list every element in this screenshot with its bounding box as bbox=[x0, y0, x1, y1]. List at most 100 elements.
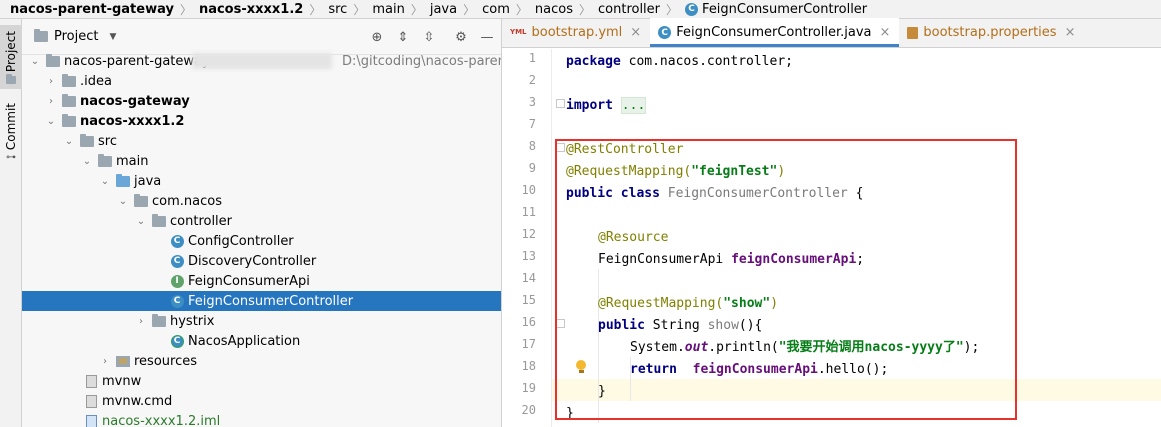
module-folder-icon bbox=[46, 53, 60, 68]
tree-node-root[interactable]: ⌄ nacos-parent-gateway D:\gitcoding\naco… bbox=[22, 51, 501, 71]
breadcrumb-label: FeignConsumerController bbox=[702, 1, 868, 17]
breadcrumb-item[interactable]: java 〉 bbox=[430, 1, 482, 18]
tree-node-idea[interactable]: › .idea bbox=[22, 71, 501, 91]
close-icon[interactable]: × bbox=[879, 25, 890, 40]
breadcrumb-item[interactable]: main 〉 bbox=[372, 1, 430, 18]
class-icon: C bbox=[170, 234, 184, 248]
close-icon[interactable]: × bbox=[1065, 25, 1076, 40]
chevron-down-icon[interactable]: ⌄ bbox=[134, 216, 148, 227]
tree-node-feign-consumer-controller[interactable]: C FeignConsumerController bbox=[22, 291, 501, 311]
line-number: 8 bbox=[528, 139, 536, 153]
tree-node-config-controller[interactable]: C ConfigController bbox=[22, 231, 501, 251]
folded-imports[interactable]: ... bbox=[620, 97, 647, 114]
tab-feign-consumer-controller[interactable]: C FeignConsumerController.java × bbox=[650, 18, 900, 47]
breadcrumb-item[interactable]: nacos-parent-gateway 〉 bbox=[10, 1, 199, 18]
chevron-right-icon[interactable]: › bbox=[44, 76, 58, 87]
package-icon bbox=[134, 193, 148, 208]
code-line-10: public class FeignConsumerController { bbox=[566, 186, 864, 201]
line-number: 16 bbox=[521, 315, 536, 329]
chevron-down-icon[interactable]: ⌄ bbox=[28, 56, 42, 67]
tree-node-hystrix[interactable]: › hystrix bbox=[22, 311, 501, 331]
expand-all-icon[interactable]: ⇕ bbox=[395, 29, 411, 45]
tree-node-label: nacos-xxxx1.2 bbox=[80, 113, 185, 129]
breadcrumb-item[interactable]: nacos 〉 bbox=[535, 1, 598, 18]
locate-icon[interactable]: ⊕ bbox=[369, 29, 385, 45]
chevron-right-icon[interactable]: › bbox=[44, 96, 58, 107]
code-line-15: @RequestMapping("show") bbox=[598, 296, 779, 311]
close-icon[interactable]: × bbox=[630, 25, 641, 40]
tree-node-mvnw-cmd[interactable]: mvnw.cmd bbox=[22, 391, 501, 411]
tab-bootstrap-properties[interactable]: bootstrap.properties × bbox=[899, 18, 1084, 47]
commit-tool-button[interactable]: Commit ⊶ bbox=[0, 103, 22, 169]
tree-node-mvnw[interactable]: mvnw bbox=[22, 371, 501, 391]
breadcrumb-item[interactable]: nacos-xxxx1.2 〉 bbox=[199, 1, 328, 18]
breadcrumb-item[interactable]: src 〉 bbox=[328, 1, 372, 18]
project-panel-title[interactable]: Project bbox=[54, 29, 98, 44]
interface-icon: I bbox=[170, 274, 184, 288]
line-number: 10 bbox=[521, 183, 536, 197]
project-panel: Project ▼ ⊕ ⇕ ⇳ ⚙ — ⌄ nacos-parent-gatew… bbox=[22, 19, 502, 427]
chevron-right-icon[interactable]: › bbox=[134, 316, 148, 327]
line-number: 7 bbox=[528, 117, 536, 131]
breadcrumb-label: controller bbox=[598, 1, 661, 17]
line-number: 11 bbox=[521, 205, 536, 219]
tree-node-controller[interactable]: ⌄ controller bbox=[22, 211, 501, 231]
tree-node-label: FeignConsumerApi bbox=[188, 273, 310, 289]
breadcrumb-current[interactable]: C FeignConsumerController bbox=[685, 2, 867, 17]
tree-node-nacos-xxxx[interactable]: ⌄ nacos-xxxx1.2 bbox=[22, 111, 501, 131]
tree-node-feign-consumer-api[interactable]: I FeignConsumerApi bbox=[22, 271, 501, 291]
project-panel-header: Project ▼ ⊕ ⇕ ⇳ ⚙ — bbox=[22, 19, 501, 55]
tree-node-label: mvnw.cmd bbox=[102, 393, 173, 409]
tree-node-label: FeignConsumerController bbox=[188, 293, 354, 309]
code-area[interactable]: package com.nacos.controller; import ...… bbox=[552, 49, 1161, 427]
folder-icon bbox=[6, 74, 16, 85]
tree-node-label: controller bbox=[170, 213, 233, 229]
code-line-16: public String show(){ bbox=[598, 318, 763, 333]
tree-node-nacos-application[interactable]: C NacosApplication bbox=[22, 331, 501, 351]
chevron-down-icon[interactable]: ⌄ bbox=[80, 156, 94, 167]
tree-node-discovery-controller[interactable]: C DiscoveryController bbox=[22, 251, 501, 271]
redacted-area bbox=[192, 53, 332, 69]
chevron-down-icon[interactable]: ⌄ bbox=[98, 176, 112, 187]
project-tool-button[interactable]: Project bbox=[0, 25, 22, 89]
chevron-down-icon[interactable]: ⌄ bbox=[116, 196, 130, 207]
breadcrumb-label: nacos bbox=[534, 1, 573, 17]
folder-icon bbox=[34, 29, 48, 42]
line-number: 18 bbox=[521, 359, 536, 373]
tree-node-label: NacosApplication bbox=[188, 333, 301, 349]
tree-node-nacos-gateway[interactable]: › nacos-gateway bbox=[22, 91, 501, 111]
tree-node-com-nacos[interactable]: ⌄ com.nacos bbox=[22, 191, 501, 211]
tree-node-java[interactable]: ⌄ java bbox=[22, 171, 501, 191]
collapse-all-icon[interactable]: ⇳ bbox=[421, 29, 437, 45]
chevron-down-icon[interactable]: ⌄ bbox=[44, 116, 58, 127]
chevron-down-icon[interactable]: ⌄ bbox=[62, 136, 76, 147]
breadcrumb-item[interactable]: controller 〉 bbox=[598, 1, 685, 18]
class-icon: C bbox=[170, 254, 184, 268]
line-number: 1 bbox=[528, 51, 536, 65]
gear-icon[interactable]: ⚙ bbox=[453, 29, 469, 45]
module-folder-icon bbox=[62, 93, 76, 108]
tree-node-label: com.nacos bbox=[152, 193, 222, 209]
tree-node-label: mvnw bbox=[102, 373, 142, 389]
minimize-icon[interactable]: — bbox=[479, 29, 495, 45]
tree-node-src[interactable]: ⌄ src bbox=[22, 131, 501, 151]
chevron-right-icon[interactable]: › bbox=[98, 356, 112, 367]
line-number: 17 bbox=[521, 337, 536, 351]
tree-node-iml[interactable]: nacos-xxxx1.2.iml bbox=[22, 411, 501, 427]
lightbulb-icon[interactable] bbox=[576, 360, 586, 373]
tree-node-resources[interactable]: › resources bbox=[22, 351, 501, 371]
class-icon: C bbox=[658, 26, 672, 39]
spring-app-icon: C bbox=[170, 334, 184, 348]
code-line-3: import ... bbox=[566, 97, 647, 114]
code-line-9: @RequestMapping("feignTest") bbox=[566, 164, 786, 179]
commit-tool-label: Commit bbox=[4, 103, 18, 151]
navigation-breadcrumb: nacos-parent-gateway 〉 nacos-xxxx1.2 〉 src… bbox=[0, 0, 1161, 19]
chevron-down-icon[interactable]: ▼ bbox=[109, 32, 116, 42]
code-line-20: } bbox=[566, 406, 574, 421]
tree-node-label: src bbox=[98, 133, 117, 149]
breadcrumb-label: com bbox=[482, 1, 510, 17]
tree-node-main[interactable]: ⌄ main bbox=[22, 151, 501, 171]
tab-bootstrap-yml[interactable]: YML bootstrap.yml × bbox=[502, 18, 650, 47]
breadcrumb-item[interactable]: com 〉 bbox=[482, 1, 535, 18]
line-number: 19 bbox=[521, 381, 536, 395]
